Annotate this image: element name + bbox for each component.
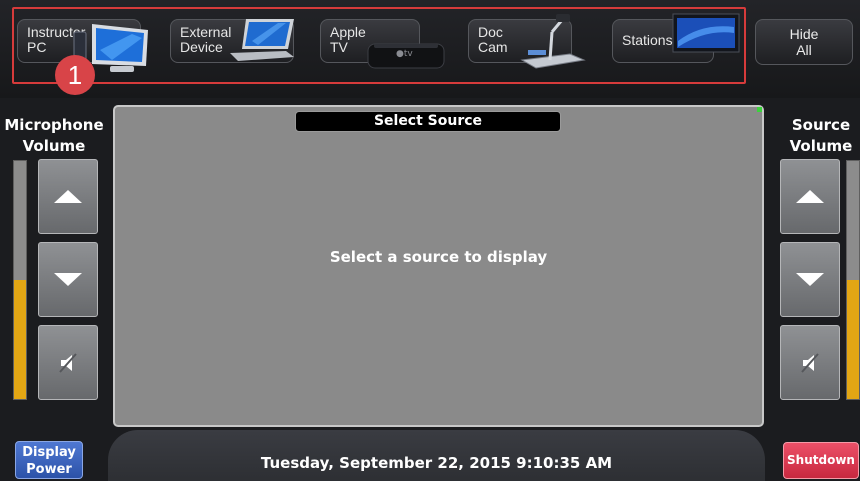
annotation-highlight-box xyxy=(12,7,746,84)
display-power-button[interactable]: Display Power xyxy=(15,441,83,479)
panel-message: Select a source to display xyxy=(329,248,548,266)
down-arrow-icon xyxy=(54,273,82,286)
footer-bar: Tuesday, September 22, 2015 9:10:35 AM xyxy=(108,430,765,481)
source-volume-down-button[interactable] xyxy=(780,242,840,317)
mic-volume-title: Microphone Volume xyxy=(4,116,104,155)
hide-all-button[interactable]: Hide All xyxy=(755,19,853,65)
source-toolbar: Instructor PC External Device Apple TV ●… xyxy=(0,0,860,98)
mic-volume-down-button[interactable] xyxy=(38,242,98,317)
source-volume-level xyxy=(847,280,859,399)
mic-volume-meter xyxy=(13,160,27,400)
source-volume-up-button[interactable] xyxy=(780,159,840,234)
source-display-panel: Select Source Select a source to display xyxy=(113,105,764,427)
up-arrow-icon xyxy=(54,190,82,203)
source-mute-button[interactable] xyxy=(780,325,840,400)
mic-mute-button[interactable] xyxy=(38,325,98,400)
down-arrow-icon xyxy=(796,273,824,286)
status-indicator xyxy=(757,107,762,112)
mic-volume-up-button[interactable] xyxy=(38,159,98,234)
annotation-number-badge: 1 xyxy=(55,55,95,95)
shutdown-button[interactable]: Shutdown xyxy=(783,442,859,479)
date-time-display: Tuesday, September 22, 2015 9:10:35 AM xyxy=(260,454,613,472)
panel-title: Select Source xyxy=(295,111,561,132)
up-arrow-icon xyxy=(796,190,824,203)
mute-speaker-icon xyxy=(59,352,77,373)
source-volume-title: Source Volume xyxy=(789,116,853,155)
mute-speaker-icon xyxy=(801,352,819,373)
source-volume-meter xyxy=(846,160,860,400)
mic-volume-level xyxy=(14,280,26,399)
